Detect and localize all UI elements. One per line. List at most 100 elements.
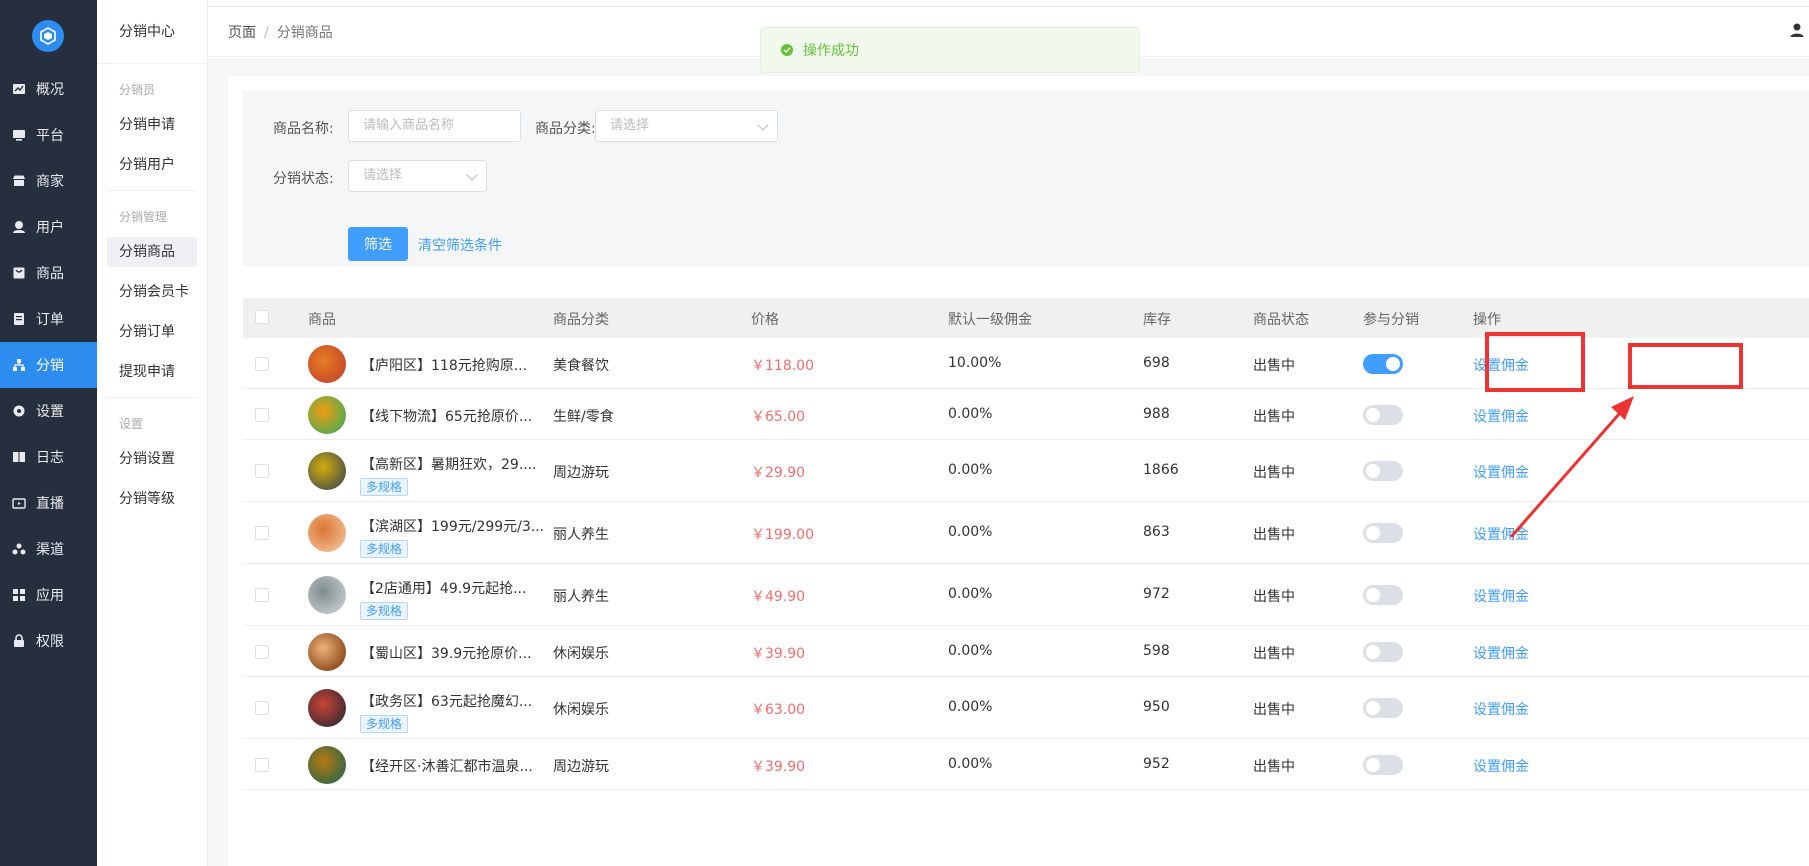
status-select-placeholder: 请选择: [363, 168, 403, 183]
toggle-knob: [1366, 408, 1380, 422]
join-distribution-toggle[interactable]: [1363, 642, 1403, 662]
goods-commission: 0.00%: [948, 756, 993, 772]
row-checkbox[interactable]: [255, 701, 269, 715]
goods-commission: 0.00%: [948, 643, 993, 659]
table-row: 【线下物流】65元抢原价... 生鲜/零食 ￥65.00 0.00% 988 出售中 设置佣…: [243, 389, 1809, 440]
nav-item-label: 商家: [36, 174, 64, 190]
clear-filter-link[interactable]: 清空筛选条件: [418, 235, 502, 255]
nav-item-label: 用户: [36, 220, 64, 236]
nav-item-store[interactable]: 商家: [0, 158, 97, 204]
user-avatar-icon[interactable]: [1789, 22, 1805, 38]
goods-name[interactable]: 【庐阳区】118元抢购原...: [361, 355, 527, 375]
toggle-knob: [1366, 758, 1380, 772]
set-commission-link[interactable]: 设置佣金: [1473, 406, 1529, 426]
col-header-stock: 库存: [1143, 312, 1171, 328]
toggle-knob: [1386, 357, 1400, 371]
divider: [107, 397, 197, 398]
nav-item-live[interactable]: 直播: [0, 480, 97, 526]
goods-category: 周边游玩: [553, 465, 609, 481]
goods-commission: 0.00%: [948, 462, 993, 478]
nav-item-apps[interactable]: 应用: [0, 572, 97, 618]
row-checkbox[interactable]: [255, 526, 269, 540]
set-commission-link[interactable]: 设置佣金: [1473, 586, 1529, 606]
goods-category: 生鲜/零食: [553, 409, 614, 425]
filter-button[interactable]: 筛选: [348, 227, 408, 261]
nav-item-dashboard[interactable]: 概况: [0, 66, 97, 112]
goods-name[interactable]: 【经开区·沐善汇都市温泉...: [361, 756, 533, 776]
set-commission-link[interactable]: 设置佣金: [1473, 643, 1529, 663]
join-distribution-toggle[interactable]: [1363, 755, 1403, 775]
goods-name-input[interactable]: 请输入商品名称: [348, 110, 521, 142]
nav-item-monitor[interactable]: 平台: [0, 112, 97, 158]
subnav-item-settings[interactable]: 分销设置: [107, 444, 197, 474]
join-distribution-toggle[interactable]: [1363, 461, 1403, 481]
toast-message: 操作成功: [803, 43, 859, 59]
goods-thumbnail: [308, 345, 346, 383]
goods-category: 美食餐饮: [553, 358, 609, 374]
set-commission-link[interactable]: 设置佣金: [1473, 699, 1529, 719]
breadcrumb-root[interactable]: 页面: [228, 25, 256, 41]
goods-status: 出售中: [1253, 358, 1295, 374]
lock-icon: [12, 634, 26, 648]
divider: [107, 190, 197, 191]
distribution-icon: [12, 358, 26, 372]
nav-item-goods[interactable]: 商品: [0, 250, 97, 296]
goods-name[interactable]: 【线下物流】65元抢原价...: [361, 406, 532, 426]
subnav-item-users[interactable]: 分销用户: [107, 150, 197, 180]
nav-item-label: 订单: [36, 312, 64, 328]
goods-price: ￥118.00: [751, 358, 814, 374]
join-distribution-toggle[interactable]: [1363, 405, 1403, 425]
nav-item-gear[interactable]: 设置: [0, 388, 97, 434]
row-checkbox[interactable]: [255, 588, 269, 602]
join-distribution-toggle[interactable]: [1363, 585, 1403, 605]
row-checkbox[interactable]: [255, 645, 269, 659]
status-select[interactable]: 请选择: [348, 160, 487, 192]
subnav-item-withdraw[interactable]: 提现申请: [107, 357, 197, 387]
goods-commission: 0.00%: [948, 406, 993, 422]
select-all-checkbox[interactable]: [255, 310, 269, 324]
set-commission-link[interactable]: 设置佣金: [1473, 462, 1529, 482]
breadcrumb-current: 分销商品: [276, 25, 333, 41]
annotation-box-op: [1628, 343, 1743, 389]
goods-name[interactable]: 【蜀山区】39.9元抢原价...: [361, 643, 532, 663]
subnav-item-levels[interactable]: 分销等级: [107, 484, 197, 514]
row-checkbox[interactable]: [255, 464, 269, 478]
set-commission-link[interactable]: 设置佣金: [1473, 524, 1529, 544]
nav-item-order[interactable]: 订单: [0, 296, 97, 342]
app-logo-icon[interactable]: [32, 20, 64, 52]
goods-name[interactable]: 【政务区】63元起抢魔幻...: [361, 691, 532, 711]
row-checkbox[interactable]: [255, 758, 269, 772]
subnav-item-membercard[interactable]: 分销会员卡: [107, 277, 197, 307]
main-content: 商品名称: 请输入商品名称 商品分类: 请选择 分销状态: 请选择 筛选 清空筛…: [208, 58, 1809, 866]
nav-item-log[interactable]: 日志: [0, 434, 97, 480]
set-commission-link[interactable]: 设置佣金: [1473, 756, 1529, 776]
join-distribution-toggle[interactable]: [1363, 698, 1403, 718]
nav-item-lock[interactable]: 权限: [0, 618, 97, 664]
subnav-title: 分销中心: [97, 0, 207, 64]
nav-item-user[interactable]: 用户: [0, 204, 97, 250]
dashboard-icon: [12, 82, 26, 96]
subnav-item-goods[interactable]: 分销商品: [107, 237, 197, 267]
nav-item-distribution[interactable]: 分销: [0, 342, 97, 388]
join-distribution-toggle[interactable]: [1363, 354, 1403, 374]
nav-item-channel[interactable]: 渠道: [0, 526, 97, 572]
subnav-group-settings: 设置: [119, 417, 144, 431]
nav-list: 概况 平台商家用户商品订单分销 设置 日志 直播 渠道 应用 权限: [0, 66, 97, 664]
goods-status: 出售中: [1253, 527, 1295, 543]
toggle-knob: [1366, 588, 1380, 602]
join-distribution-toggle[interactable]: [1363, 523, 1403, 543]
goods-commission: 10.00%: [948, 355, 1002, 371]
category-select[interactable]: 请选择: [595, 110, 778, 142]
goods-thumbnail: [308, 689, 346, 727]
row-checkbox[interactable]: [255, 357, 269, 371]
subnav-item-apply[interactable]: 分销申请: [107, 110, 197, 140]
channel-icon: [12, 542, 26, 556]
goods-name[interactable]: 【滨湖区】199元/299元/3...: [361, 516, 544, 536]
row-checkbox[interactable]: [255, 408, 269, 422]
toggle-knob: [1366, 645, 1380, 659]
goods-name[interactable]: 【2店通用】49.9元起抢...: [361, 578, 526, 598]
table-row: 【政务区】63元起抢魔幻... 多规格 休闲娱乐 ￥63.00 0.00% 950 出售中 设…: [243, 677, 1809, 739]
goods-name[interactable]: 【高新区】暑期狂欢，29....: [361, 454, 537, 474]
goods-category: 丽人养生: [553, 589, 609, 605]
subnav-item-orders[interactable]: 分销订单: [107, 317, 197, 347]
